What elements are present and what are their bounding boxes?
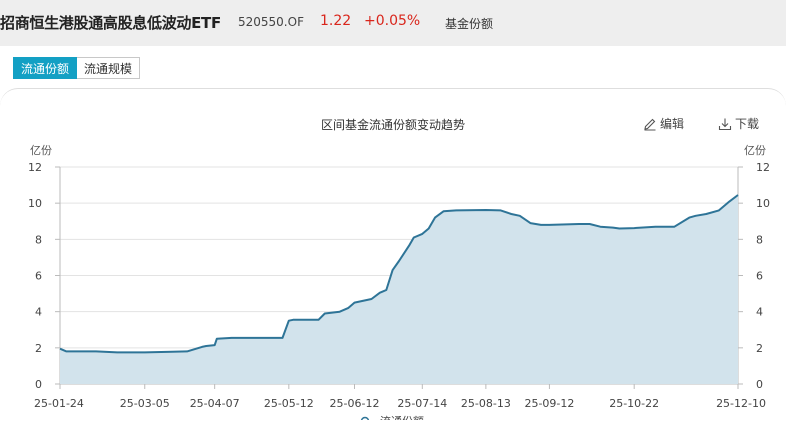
y-tick-label-right: 4 (756, 306, 763, 319)
x-tick-label: 25-05-12 (264, 397, 314, 410)
x-tick-label: 25-07-14 (397, 397, 447, 410)
y-tick-label-left: 4 (35, 306, 42, 319)
y-tick-label-right: 6 (756, 270, 763, 283)
shares-area-chart: 0 2 4 6 8 10 12 0 2 4 6 8 10 12 25-01-24 25-03-05 25-0… (28, 161, 770, 420)
series-area-fill (60, 195, 738, 384)
x-tick-label: 25-12-10 (716, 397, 766, 410)
y-tick-label-right: 8 (756, 233, 763, 246)
y-tick-label-right: 12 (756, 161, 770, 174)
x-tick-label: 25-01-24 (34, 397, 84, 410)
legend-label: 流通份额 (380, 414, 424, 420)
y-tick-label-left: 0 (35, 378, 42, 391)
x-tick-label: 25-08-13 (461, 397, 511, 410)
y-tick-label-left: 12 (28, 161, 42, 174)
y-tick-label-left: 2 (35, 342, 42, 355)
y-tick-label-left: 6 (35, 270, 42, 283)
x-tick-label: 25-10-22 (609, 397, 659, 410)
y-tick-label-right: 0 (756, 378, 763, 391)
y-tick-label-left: 8 (35, 233, 42, 246)
y-tick-label-right: 2 (756, 342, 763, 355)
x-tick-label: 25-06-12 (330, 397, 380, 410)
x-tick-label: 25-03-05 (120, 397, 170, 410)
x-tick-label: 25-09-12 (524, 397, 574, 410)
x-tick-label: 25-04-07 (190, 397, 240, 410)
y-tick-label-left: 10 (28, 197, 42, 210)
y-tick-label-right: 10 (756, 197, 770, 210)
